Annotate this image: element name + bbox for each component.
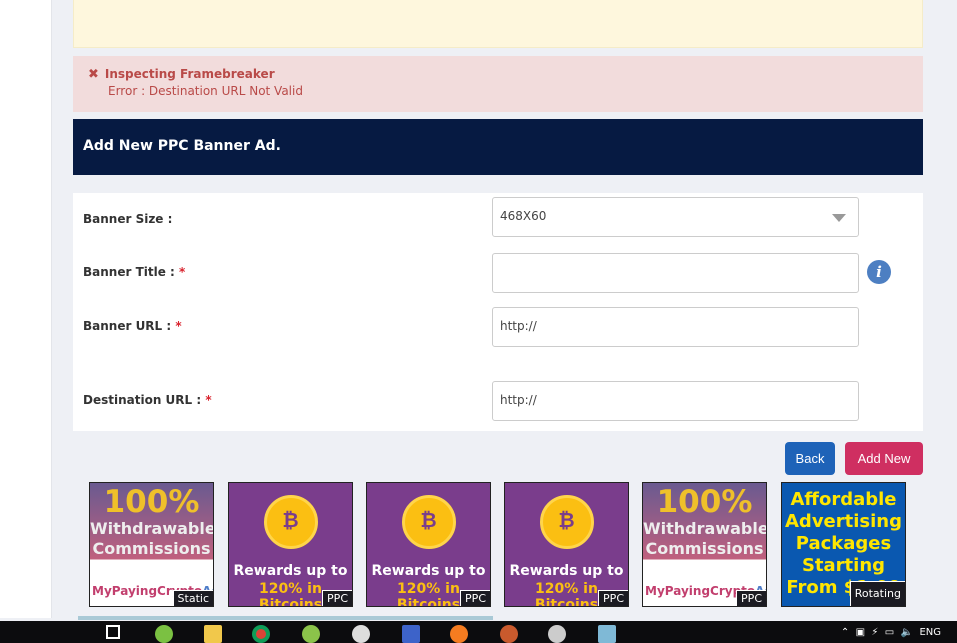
banner-ad[interactable]: Rewards up to 120% in Bitcoins PPC	[228, 482, 353, 607]
banner-text: Rewards up to	[233, 563, 348, 579]
info-icon[interactable]: i	[867, 260, 891, 284]
add-new-button[interactable]: Add New	[845, 442, 923, 475]
banner-ad[interactable]: 100% Withdrawable Commissions MyPayingCr…	[89, 482, 214, 607]
banner-text: Affordable	[790, 489, 897, 510]
banner-tag: PPC	[322, 590, 352, 606]
back-button[interactable]: Back	[785, 442, 835, 475]
banner-text: Starting	[801, 555, 886, 576]
language-indicator[interactable]: ENG	[919, 627, 941, 638]
banner-form: Banner Size : 468X60 Banner Title : * i …	[73, 193, 923, 431]
alert-message: Error : Destination URL Not Valid	[108, 84, 303, 98]
banner-text: Withdrawable	[90, 519, 214, 538]
page-title: Add New PPC Banner Ad.	[73, 119, 923, 175]
bitcoin-icon	[401, 495, 456, 549]
banner-ad[interactable]: Rewards up to 120% in Bitcoins PPC	[504, 482, 629, 607]
banner-tag: Rotating	[849, 581, 905, 606]
chrome-icon[interactable]	[252, 625, 270, 643]
alert-title: Inspecting Framebreaker	[104, 67, 275, 81]
taskbar: ⌃ ▣ ⚡ ▭ 🔈 ENG	[0, 621, 957, 643]
icq-icon[interactable]	[155, 625, 173, 643]
chevron-down-icon	[832, 214, 846, 222]
banner-text: Withdrawable	[643, 519, 767, 538]
app-icon[interactable]	[302, 625, 320, 643]
firefox-icon[interactable]	[450, 625, 468, 643]
banner-tag: PPC	[736, 590, 766, 606]
bitcoin-icon	[263, 495, 318, 549]
bitcoin-icon	[539, 495, 594, 549]
left-sidebar	[0, 0, 52, 618]
app-icon[interactable]	[548, 625, 566, 643]
close-icon: ✖	[88, 67, 99, 82]
file-explorer-icon[interactable]	[204, 625, 222, 643]
banner-ad[interactable]: Affordable Advertising Packages Starting…	[781, 482, 906, 607]
banner-text: Rewards up to	[509, 563, 624, 579]
banner-tag: PPC	[598, 590, 628, 606]
banner-tag: PPC	[460, 590, 490, 606]
banner-url-label: Banner URL : *	[83, 319, 182, 333]
banner-text: Commissions	[645, 539, 764, 558]
task-view-icon[interactable]	[106, 625, 120, 639]
banner-text: Commissions	[92, 539, 211, 558]
banner-big-text: 100%	[103, 484, 200, 520]
banner-ad[interactable]: 100% Withdrawable Commissions MyPayingCr…	[642, 482, 767, 607]
banner-url-input[interactable]: http://	[492, 307, 859, 347]
notice-box	[73, 0, 923, 48]
banner-title-label: Banner Title : *	[83, 265, 186, 279]
browser-icon[interactable]	[500, 625, 518, 643]
app-icon[interactable]	[598, 625, 616, 643]
network-app-icon[interactable]	[402, 625, 420, 643]
partial-banner-row	[78, 616, 493, 620]
system-tray[interactable]: ⌃ ▣ ⚡ ▭ 🔈 ENG	[841, 627, 941, 638]
app-icon[interactable]	[352, 625, 370, 643]
banner-text: Rewards up to	[371, 563, 486, 579]
banner-title-input[interactable]	[492, 253, 859, 293]
destination-url-input[interactable]: http://	[492, 381, 859, 421]
error-alert: ✖ Inspecting Framebreaker Error : Destina…	[73, 56, 923, 112]
banner-size-select[interactable]: 468X60	[492, 197, 859, 237]
banner-size-label: Banner Size :	[83, 212, 173, 226]
banner-text: Packages	[795, 533, 892, 554]
banner-big-text: 100%	[656, 484, 753, 520]
destination-url-label: Destination URL : *	[83, 393, 212, 407]
banner-tag: Static	[172, 590, 213, 606]
banner-ad[interactable]: Rewards up to 120% in Bitcoins PPC	[366, 482, 491, 607]
banner-text: Advertising	[785, 511, 902, 532]
